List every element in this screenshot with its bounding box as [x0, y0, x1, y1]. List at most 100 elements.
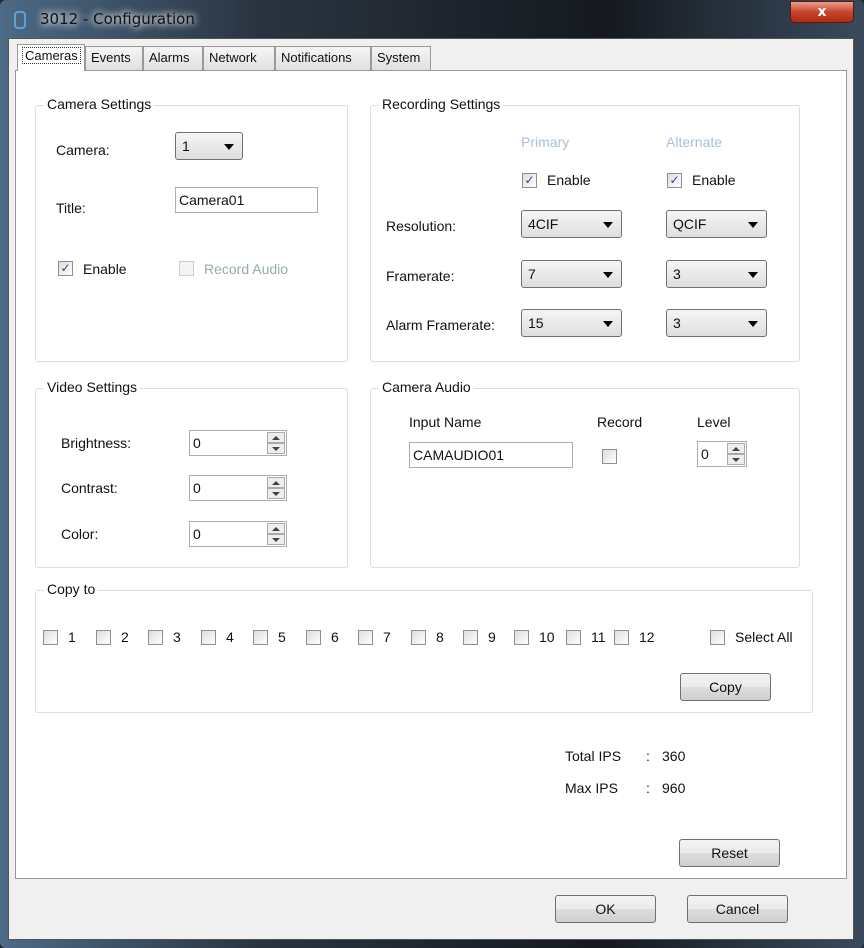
select-value: 15 [528, 315, 544, 331]
group-caption: Copy to [44, 581, 99, 597]
select-value: 7 [528, 266, 536, 282]
framerate-label: Framerate: [386, 268, 455, 284]
total-ips-label: Total IPS [565, 748, 622, 764]
primary-framerate-select[interactable]: 7 [521, 260, 622, 288]
group-caption: Recording Settings [379, 96, 504, 112]
stepper-value: 0 [193, 526, 201, 542]
total-ips-value: 360 [662, 748, 686, 764]
chevron-down-icon [603, 321, 613, 327]
record-audio-label: Record Audio [204, 261, 289, 277]
tab-notifications[interactable]: Notifications [275, 46, 371, 70]
input-name-label: Input Name [409, 414, 482, 430]
copy-camera-label: 5 [278, 629, 286, 645]
copy-to-group: Copy to Select All Copy 1 2 3 4 5 6 7 8 9 10 11 12 [35, 581, 813, 713]
tab-cameras[interactable]: Cameras [17, 44, 85, 71]
app-icon [14, 11, 26, 29]
spin-down-icon[interactable] [267, 488, 285, 499]
primary-enable-checkbox[interactable]: ✓ [522, 173, 537, 188]
chevron-down-icon [603, 222, 613, 228]
chevron-down-icon [603, 272, 613, 278]
spin-down-icon[interactable] [267, 443, 285, 454]
camera-settings-group: Camera Settings Camera: 1 Title: Camera0… [35, 96, 348, 362]
group-caption: Video Settings [44, 379, 141, 395]
select-value: 4CIF [528, 216, 559, 232]
copy-camera-checkbox[interactable] [43, 630, 58, 645]
camera-value: 1 [182, 138, 190, 154]
record-checkbox[interactable] [602, 449, 617, 464]
record-audio-checkbox[interactable] [179, 261, 194, 276]
stepper-value: 0 [193, 435, 201, 451]
select-all-checkbox[interactable] [710, 630, 725, 645]
copy-camera-checkbox[interactable] [201, 630, 216, 645]
spin-down-icon[interactable] [727, 454, 745, 465]
title-bar[interactable]: 3012 - Configuration x [0, 0, 864, 40]
input-name-field[interactable]: CAMAUDIO01 [409, 442, 573, 468]
resolution-label: Resolution: [386, 218, 457, 234]
spin-up-icon[interactable] [267, 432, 285, 443]
copy-camera-checkbox[interactable] [614, 630, 629, 645]
tab-network[interactable]: Network [203, 46, 275, 70]
alternate-alarm-framerate-select[interactable]: 3 [666, 309, 767, 337]
enable-checkbox[interactable]: ✓ [58, 261, 73, 276]
spin-up-icon[interactable] [267, 477, 285, 488]
select-all-label: Select All [735, 629, 793, 645]
primary-alarm-framerate-select[interactable]: 15 [521, 309, 622, 337]
alternate-framerate-select[interactable]: 3 [666, 260, 767, 288]
primary-resolution-select[interactable]: 4CIF [521, 210, 622, 238]
dialog-client: Cameras Events Alarms Network Notificati… [8, 38, 854, 940]
copy-camera-checkbox[interactable] [514, 630, 529, 645]
color-stepper[interactable]: 0 [189, 521, 287, 547]
color-label: Color: [61, 526, 99, 542]
reset-button[interactable]: Reset [679, 839, 780, 867]
primary-header: Primary [521, 134, 570, 150]
tab-alarms[interactable]: Alarms [143, 46, 203, 70]
alternate-header: Alternate [666, 134, 723, 150]
copy-camera-checkbox[interactable] [566, 630, 581, 645]
group-caption: Camera Audio [379, 379, 474, 395]
chevron-down-icon [224, 144, 234, 150]
copy-camera-checkbox[interactable] [358, 630, 373, 645]
alternate-enable-checkbox[interactable]: ✓ [667, 173, 682, 188]
spin-up-icon[interactable] [727, 443, 745, 454]
recording-settings-group: Recording Settings Primary Alternate ✓ E… [370, 96, 800, 362]
copy-camera-checkbox[interactable] [96, 630, 111, 645]
close-button[interactable]: x [790, 1, 854, 23]
cancel-button[interactable]: Cancel [687, 895, 788, 923]
alternate-resolution-select[interactable]: QCIF [666, 210, 767, 238]
copy-camera-label: 9 [488, 629, 496, 645]
video-settings-group: Video Settings Brightness: 0 Contrast: 0… [35, 379, 348, 568]
primary-enable-label: Enable [547, 172, 591, 188]
ok-button[interactable]: OK [555, 895, 656, 923]
tab-system[interactable]: System [371, 46, 431, 70]
stepper-value: 0 [701, 446, 709, 462]
copy-camera-checkbox[interactable] [411, 630, 426, 645]
copy-button[interactable]: Copy [680, 673, 771, 701]
copy-camera-checkbox[interactable] [306, 630, 321, 645]
spin-down-icon[interactable] [267, 534, 285, 545]
copy-camera-label: 2 [121, 629, 129, 645]
select-value: QCIF [673, 216, 707, 232]
alternate-enable-label: Enable [692, 172, 736, 188]
cameras-tab-page: Camera Settings Camera: 1 Title: Camera0… [15, 70, 847, 879]
brightness-stepper[interactable]: 0 [189, 430, 287, 456]
copy-camera-checkbox[interactable] [253, 630, 268, 645]
spin-up-icon[interactable] [267, 523, 285, 534]
tab-events[interactable]: Events [85, 46, 143, 70]
contrast-stepper[interactable]: 0 [189, 475, 287, 501]
copy-camera-label: 10 [539, 629, 555, 645]
camera-select[interactable]: 1 [175, 132, 243, 160]
level-stepper[interactable]: 0 [697, 441, 747, 467]
copy-camera-checkbox[interactable] [463, 630, 478, 645]
window-title: 3012 - Configuration [40, 10, 195, 28]
copy-camera-checkbox[interactable] [148, 630, 163, 645]
window: 3012 - Configuration x Cameras Events Al… [0, 0, 864, 948]
copy-camera-label: 6 [331, 629, 339, 645]
copy-camera-label: 8 [436, 629, 444, 645]
title-input[interactable]: Camera01 [175, 187, 318, 213]
copy-camera-label: 1 [68, 629, 76, 645]
total-ips-sep: : [646, 748, 650, 764]
copy-camera-label: 4 [226, 629, 234, 645]
select-value: 3 [673, 266, 681, 282]
chevron-down-icon [748, 272, 758, 278]
copy-camera-label: 12 [639, 629, 655, 645]
